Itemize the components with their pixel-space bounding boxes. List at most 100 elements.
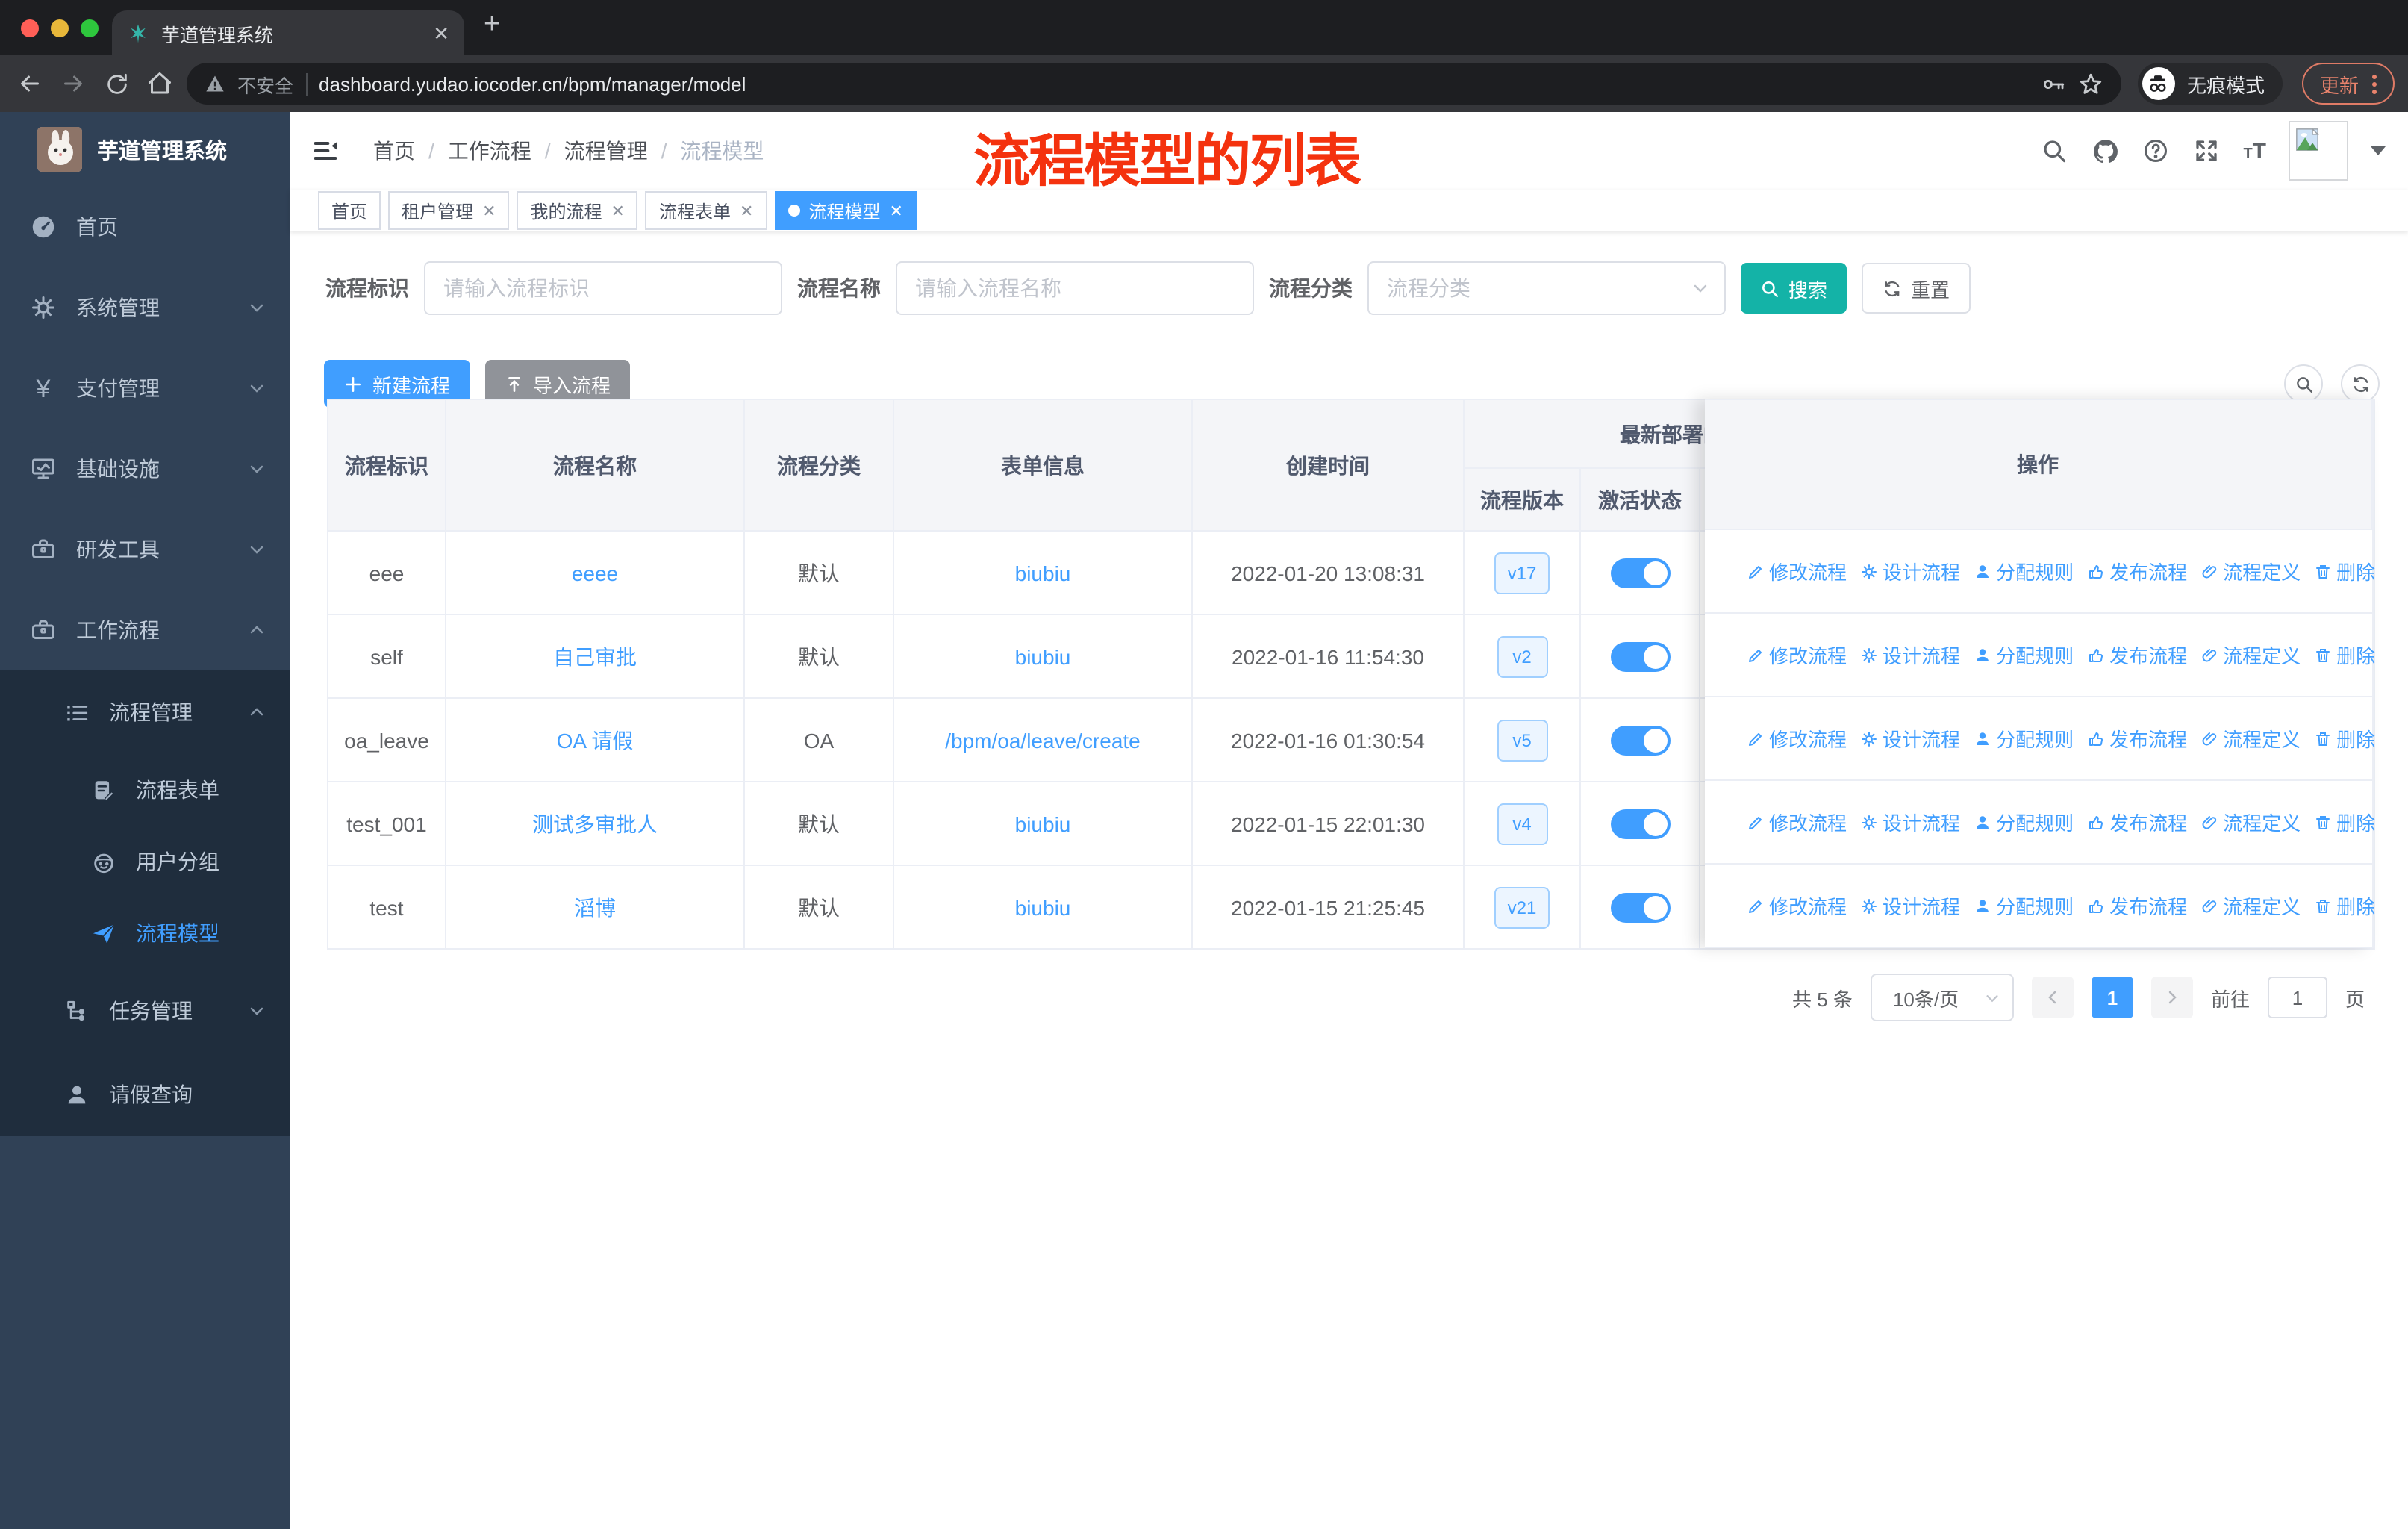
reload-icon[interactable] bbox=[100, 67, 133, 100]
assign-rule-link[interactable]: 分配规则 bbox=[1974, 724, 2074, 753]
font-size-icon[interactable]: TT bbox=[2243, 138, 2266, 164]
form-link[interactable]: biubiu bbox=[1015, 644, 1071, 668]
fullscreen-icon[interactable] bbox=[2192, 137, 2221, 165]
reset-button[interactable]: 重置 bbox=[1862, 263, 1971, 314]
publish-process-link[interactable]: 发布流程 bbox=[2087, 724, 2187, 753]
design-process-link[interactable]: 设计流程 bbox=[1860, 808, 1960, 836]
category-select[interactable]: 流程分类 bbox=[1367, 261, 1726, 315]
avatar[interactable] bbox=[2289, 121, 2348, 181]
toggle-search-button[interactable] bbox=[2284, 364, 2323, 403]
design-process-link[interactable]: 设计流程 bbox=[1860, 891, 1960, 920]
next-page-button[interactable] bbox=[2150, 977, 2193, 1018]
tag-process-form[interactable]: 流程表单 ✕ bbox=[645, 191, 767, 230]
design-process-link[interactable]: 设计流程 bbox=[1860, 724, 1960, 753]
tab-close-icon[interactable]: ✕ bbox=[433, 23, 449, 43]
back-icon[interactable] bbox=[13, 67, 46, 100]
process-name-link[interactable]: OA 请假 bbox=[557, 728, 634, 752]
goto-page-input[interactable] bbox=[2267, 977, 2327, 1018]
process-name-link[interactable]: 测试多审批人 bbox=[532, 812, 658, 835]
refresh-table-button[interactable] bbox=[2341, 364, 2380, 403]
active-toggle[interactable] bbox=[1610, 892, 1670, 922]
sidebar-item-infra[interactable]: 基础设施 bbox=[0, 429, 290, 509]
tag-tenant[interactable]: 租户管理 ✕ bbox=[388, 191, 510, 230]
process-definition-link[interactable]: 流程定义 bbox=[2200, 557, 2301, 585]
form-link[interactable]: biubiu bbox=[1015, 895, 1071, 919]
delete-link[interactable]: 删除 bbox=[2314, 641, 2375, 669]
process-name-input[interactable] bbox=[896, 261, 1254, 315]
close-icon[interactable]: ✕ bbox=[889, 201, 902, 220]
sidebar-item-user-group[interactable]: 用户分组 bbox=[0, 826, 290, 897]
tag-process-model[interactable]: 流程模型 ✕ bbox=[774, 191, 917, 230]
page-size-select[interactable]: 10条/页 bbox=[1870, 974, 2014, 1021]
active-toggle[interactable] bbox=[1610, 725, 1670, 755]
process-name-link[interactable]: eeee bbox=[572, 561, 618, 585]
tag-home[interactable]: 首页 bbox=[318, 191, 381, 230]
security-label[interactable]: 不安全 bbox=[237, 69, 293, 98]
search-icon[interactable] bbox=[2040, 137, 2068, 165]
delete-link[interactable]: 删除 bbox=[2314, 724, 2375, 753]
browser-tab[interactable]: 芋道管理系统 ✕ bbox=[112, 10, 464, 55]
form-link[interactable]: /bpm/oa/leave/create bbox=[945, 728, 1141, 752]
active-toggle[interactable] bbox=[1610, 641, 1670, 671]
forward-icon[interactable] bbox=[57, 67, 90, 100]
new-tab-button[interactable]: + bbox=[484, 9, 500, 42]
version-badge[interactable]: v5 bbox=[1497, 719, 1547, 761]
version-badge[interactable]: v2 bbox=[1497, 635, 1547, 677]
version-badge[interactable]: v21 bbox=[1494, 886, 1550, 928]
publish-process-link[interactable]: 发布流程 bbox=[2087, 641, 2187, 669]
sidebar-item-devtools[interactable]: 研发工具 bbox=[0, 509, 290, 590]
close-icon[interactable]: ✕ bbox=[611, 201, 625, 220]
search-button[interactable]: 搜索 bbox=[1741, 263, 1847, 314]
sidebar-item-leave-query[interactable]: 请假查询 bbox=[0, 1053, 290, 1136]
process-definition-link[interactable]: 流程定义 bbox=[2200, 891, 2301, 920]
modify-process-link[interactable]: 修改流程 bbox=[1747, 891, 1847, 920]
window-controls[interactable] bbox=[21, 19, 99, 37]
update-label[interactable]: 更新 bbox=[2320, 69, 2359, 98]
browser-menu-icon[interactable] bbox=[2372, 74, 2377, 93]
modify-process-link[interactable]: 修改流程 bbox=[1747, 641, 1847, 669]
close-icon[interactable]: ✕ bbox=[482, 201, 496, 220]
sidebar-item-payment[interactable]: ¥ 支付管理 bbox=[0, 348, 290, 429]
modify-process-link[interactable]: 修改流程 bbox=[1747, 808, 1847, 836]
url-text[interactable]: dashboard.yudao.iocoder.cn/bpm/manager/m… bbox=[319, 72, 746, 95]
delete-link[interactable]: 删除 bbox=[2314, 808, 2375, 836]
process-definition-link[interactable]: 流程定义 bbox=[2200, 641, 2301, 669]
sidebar-item-process-mgmt[interactable]: 流程管理 bbox=[0, 670, 290, 754]
home-icon[interactable] bbox=[143, 67, 176, 100]
process-key-input[interactable] bbox=[424, 261, 782, 315]
delete-link[interactable]: 删除 bbox=[2314, 891, 2375, 920]
form-link[interactable]: biubiu bbox=[1015, 561, 1071, 585]
process-name-link[interactable]: 滔博 bbox=[574, 895, 616, 919]
prev-page-button[interactable] bbox=[2031, 977, 2074, 1018]
sidebar-item-workflow[interactable]: 工作流程 bbox=[0, 590, 290, 670]
minimize-window-button[interactable] bbox=[51, 19, 69, 37]
address-bar[interactable]: 不安全 dashboard.yudao.iocoder.cn/bpm/manag… bbox=[187, 63, 2121, 105]
close-icon[interactable]: ✕ bbox=[740, 201, 753, 220]
version-badge[interactable]: v4 bbox=[1497, 803, 1547, 844]
close-window-button[interactable] bbox=[21, 19, 39, 37]
browser-update-button[interactable]: 更新 bbox=[2301, 63, 2395, 105]
process-definition-link[interactable]: 流程定义 bbox=[2200, 808, 2301, 836]
active-toggle[interactable] bbox=[1610, 558, 1670, 588]
bookmark-star-icon[interactable] bbox=[2078, 71, 2103, 96]
active-toggle[interactable] bbox=[1610, 809, 1670, 838]
avatar-caret-icon[interactable] bbox=[2371, 146, 2386, 155]
key-icon[interactable] bbox=[2041, 71, 2066, 96]
modify-process-link[interactable]: 修改流程 bbox=[1747, 557, 1847, 585]
tag-my-process[interactable]: 我的流程 ✕ bbox=[517, 191, 638, 230]
publish-process-link[interactable]: 发布流程 bbox=[2087, 891, 2187, 920]
process-definition-link[interactable]: 流程定义 bbox=[2200, 724, 2301, 753]
breadcrumb-workflow[interactable]: 工作流程 bbox=[448, 136, 531, 166]
github-icon[interactable] bbox=[2091, 137, 2119, 165]
modify-process-link[interactable]: 修改流程 bbox=[1747, 724, 1847, 753]
collapse-sidebar-icon[interactable] bbox=[311, 136, 340, 166]
sidebar-item-home[interactable]: 首页 bbox=[0, 187, 290, 267]
sidebar-item-system[interactable]: 系统管理 bbox=[0, 267, 290, 348]
assign-rule-link[interactable]: 分配规则 bbox=[1974, 641, 2074, 669]
sidebar-item-process-model[interactable]: 流程模型 bbox=[0, 897, 290, 969]
app-logo-row[interactable]: 芋道管理系统 bbox=[0, 112, 290, 187]
publish-process-link[interactable]: 发布流程 bbox=[2087, 808, 2187, 836]
publish-process-link[interactable]: 发布流程 bbox=[2087, 557, 2187, 585]
current-page-button[interactable]: 1 bbox=[2091, 977, 2133, 1018]
breadcrumb-process-mgmt[interactable]: 流程管理 bbox=[564, 136, 648, 166]
